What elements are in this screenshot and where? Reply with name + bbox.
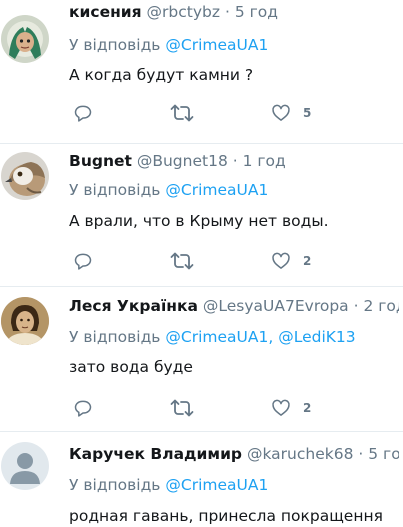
retweet-arrows-icon: [170, 252, 194, 270]
author-handle[interactable]: @LesyaUA7Evropa: [203, 297, 349, 315]
tweet-item[interactable]: кисения @rbctybz · 5 год У відповідь @Cr…: [0, 0, 403, 144]
retweet-arrows-icon: [170, 399, 194, 417]
like-button[interactable]: 5: [271, 101, 311, 125]
retweet-arrows-icon: [170, 104, 194, 122]
retweet-button[interactable]: [170, 396, 194, 420]
like-count: 2: [303, 254, 312, 268]
separator-dot: ·: [353, 297, 359, 315]
mention-link[interactable]: @CrimeaUA1,: [165, 328, 273, 346]
separator-dot: ·: [232, 152, 238, 170]
author-handle[interactable]: @Bugnet18: [137, 152, 228, 170]
avatar[interactable]: [1, 152, 49, 200]
avatar[interactable]: [1, 15, 49, 63]
tweet-actions: 2: [69, 249, 329, 273]
avatar[interactable]: [1, 297, 49, 345]
heart-icon: [272, 104, 290, 121]
reply-context: У відповідь @CrimeaUA1: [69, 474, 268, 496]
tweet-header: Каручек Владимир @karuchek68 · 5 год: [69, 443, 399, 465]
tweet-item[interactable]: Каручек Владимир @karuchek68 · 5 год У в…: [0, 432, 403, 525]
mention-link[interactable]: @CrimeaUA1: [165, 181, 268, 199]
heart-icon: [272, 252, 290, 269]
author-handle[interactable]: @karuchek68: [247, 445, 353, 463]
tweet-text: А когда будут камни ?: [69, 66, 254, 84]
author-name[interactable]: Леся Українка: [69, 297, 198, 315]
tweet-time[interactable]: 2 год: [363, 297, 399, 315]
tweet-time[interactable]: 5 год: [368, 445, 399, 463]
reply-prefix: У відповідь: [69, 181, 161, 199]
mention-link[interactable]: @CrimeaUA1: [165, 476, 268, 494]
like-button[interactable]: 2: [271, 249, 311, 273]
tweet-actions: 2: [69, 396, 329, 420]
tweet-time[interactable]: 5 год: [235, 3, 278, 21]
speech-bubble-icon: [74, 105, 92, 122]
tweet-header: Bugnet @Bugnet18 · 1 год: [69, 150, 399, 172]
tweet-text: зато вода буде: [69, 358, 193, 376]
tweet-text: А врали, что в Крыму нет воды.: [69, 212, 329, 230]
tweet-header: Леся Українка @LesyaUA7Evropa · 2 год: [69, 295, 399, 317]
tweet-time[interactable]: 1 год: [243, 152, 286, 170]
speech-bubble-icon: [74, 400, 92, 417]
like-button[interactable]: 2: [271, 396, 311, 420]
avatar-image: [1, 152, 49, 200]
avatar-image: [1, 15, 49, 63]
default-avatar-icon: [1, 442, 49, 490]
author-handle[interactable]: @rbctybz: [147, 3, 220, 21]
author-name[interactable]: Каручек Владимир: [69, 445, 242, 463]
mention-link[interactable]: @LediK13: [278, 328, 355, 346]
author-name[interactable]: кисения: [69, 3, 142, 21]
separator-dot: ·: [224, 3, 230, 21]
reply-context: У відповідь @CrimeaUA1, @LediK13: [69, 326, 356, 348]
avatar-image: [1, 297, 49, 345]
heart-icon: [272, 399, 290, 416]
mention-link[interactable]: @CrimeaUA1: [165, 36, 268, 54]
author-name[interactable]: Bugnet: [69, 152, 132, 170]
separator-dot: ·: [358, 445, 364, 463]
like-count: 2: [303, 401, 312, 415]
speech-bubble-icon: [74, 253, 92, 270]
reply-button[interactable]: [73, 101, 93, 125]
avatar[interactable]: [1, 442, 49, 490]
tweet-header: кисения @rbctybz · 5 год: [69, 1, 399, 23]
reply-button[interactable]: [73, 249, 93, 273]
like-count: 5: [303, 106, 312, 120]
reply-button[interactable]: [73, 396, 93, 420]
reply-context: У відповідь @CrimeaUA1: [69, 179, 268, 201]
reply-prefix: У відповідь: [69, 36, 161, 54]
tweet-item[interactable]: Bugnet @Bugnet18 · 1 год У відповідь @Cr…: [0, 144, 403, 287]
tweet-item[interactable]: Леся Українка @LesyaUA7Evropa · 2 год У …: [0, 287, 403, 432]
reply-context: У відповідь @CrimeaUA1: [69, 34, 268, 56]
retweet-button[interactable]: [170, 249, 194, 273]
retweet-button[interactable]: [170, 101, 194, 125]
tweet-actions: 5: [69, 101, 329, 125]
reply-prefix: У відповідь: [69, 476, 161, 494]
reply-prefix: У відповідь: [69, 328, 161, 346]
